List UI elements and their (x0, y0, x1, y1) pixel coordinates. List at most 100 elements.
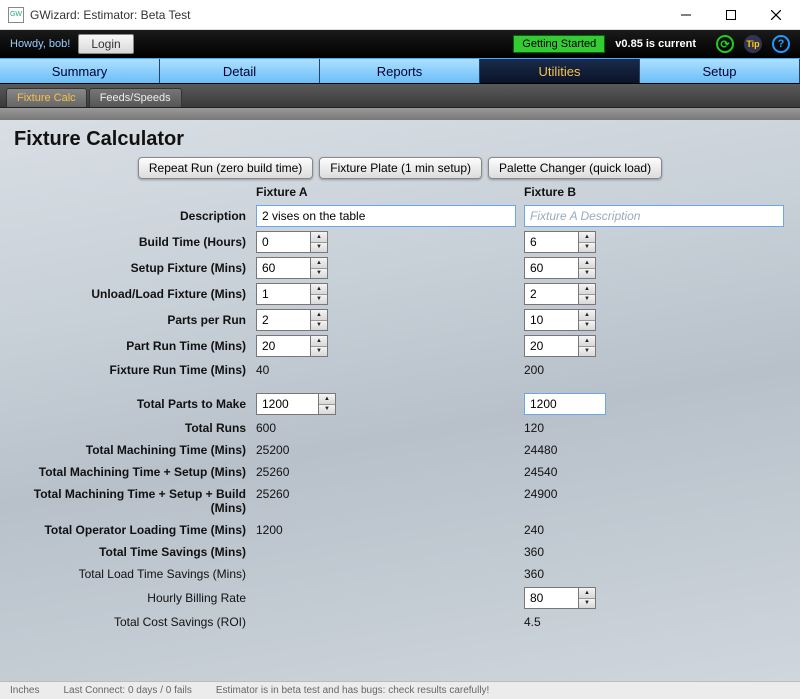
spinner-a-part-run[interactable]: ▲▼ (256, 335, 328, 357)
input-b-total-parts[interactable] (524, 393, 606, 415)
tip-icon[interactable]: Tip (744, 35, 762, 53)
spinner-b-hourly-rate[interactable]: ▲▼ (524, 587, 596, 609)
value-a-total-mach: 25200 (252, 439, 520, 461)
chevron-up-icon[interactable]: ▲ (579, 232, 595, 243)
chevron-down-icon[interactable]: ▼ (579, 295, 595, 305)
spinner-b-parts[interactable]: ▲▼ (524, 309, 596, 331)
chevron-up-icon[interactable]: ▲ (579, 588, 595, 599)
app-topbar: Howdy, bob! Login Getting Started v0.85 … (0, 30, 800, 58)
value-a-total-mach-setup-build: 25260 (252, 483, 520, 519)
sub-tabs: Fixture Calc Feeds/Speeds (0, 84, 800, 108)
input-a-description[interactable] (256, 205, 516, 227)
chevron-down-icon[interactable]: ▼ (579, 599, 595, 609)
subtab-feeds-speeds[interactable]: Feeds/Speeds (89, 88, 182, 107)
chevron-up-icon[interactable]: ▲ (579, 336, 595, 347)
spinner-a-unload[interactable]: ▲▼ (256, 283, 328, 305)
chevron-down-icon[interactable]: ▼ (579, 243, 595, 253)
col-header-a: Fixture A (252, 183, 520, 203)
separator-band (0, 108, 800, 120)
label-total-parts: Total Parts to Make (14, 393, 252, 415)
tab-setup[interactable]: Setup (640, 59, 800, 83)
value-b-roi: 4.5 (520, 611, 788, 633)
chevron-down-icon[interactable]: ▼ (579, 347, 595, 357)
help-icon[interactable]: ? (772, 35, 790, 53)
tab-utilities[interactable]: Utilities (480, 59, 640, 83)
label-fixture-run-time: Fixture Run Time (Mins) (14, 359, 252, 381)
chevron-up-icon[interactable]: ▲ (311, 336, 327, 347)
value-b-total-load-savings: 360 (520, 563, 788, 585)
chevron-up-icon[interactable]: ▲ (311, 310, 327, 321)
spinner-a-parts[interactable]: ▲▼ (256, 309, 328, 331)
label-total-runs: Total Runs (14, 417, 252, 439)
minimize-button[interactable] (663, 1, 708, 29)
tab-reports[interactable]: Reports (320, 59, 480, 83)
status-beta: Estimator is in beta test and has bugs: … (216, 685, 489, 696)
status-units: Inches (10, 685, 39, 696)
chevron-down-icon[interactable]: ▼ (319, 405, 335, 415)
chevron-up-icon[interactable]: ▲ (579, 310, 595, 321)
preset-fixture-plate[interactable]: Fixture Plate (1 min setup) (319, 157, 482, 179)
spinner-a-total-parts[interactable]: ▲▼ (256, 393, 336, 415)
greeting: Howdy, bob! (10, 38, 70, 50)
spinner-a-setup[interactable]: ▲▼ (256, 257, 328, 279)
spinner-a-build-time[interactable]: ▲▼ (256, 231, 328, 253)
label-build-time: Build Time (Hours) (14, 231, 252, 253)
preset-repeat-run[interactable]: Repeat Run (zero build time) (138, 157, 313, 179)
subtab-fixture-calc[interactable]: Fixture Calc (6, 88, 87, 107)
value-a-total-mach-setup: 25260 (252, 461, 520, 483)
minimize-icon (681, 10, 691, 20)
value-a-total-runs: 600 (252, 417, 520, 439)
window-title: GWizard: Estimator: Beta Test (30, 8, 663, 22)
login-button[interactable]: Login (78, 34, 133, 54)
label-part-run-time: Part Run Time (Mins) (14, 335, 252, 357)
value-b-total-op-load: 240 (520, 519, 788, 541)
chevron-down-icon[interactable]: ▼ (579, 321, 595, 331)
label-parts-per-run: Parts per Run (14, 309, 252, 331)
content-area: Fixture Calculator Repeat Run (zero buil… (0, 120, 800, 681)
chevron-down-icon[interactable]: ▼ (311, 321, 327, 331)
label-total-load-savings: Total Load Time Savings (Mins) (14, 563, 252, 585)
chevron-down-icon[interactable]: ▼ (311, 269, 327, 279)
spinner-b-unload[interactable]: ▲▼ (524, 283, 596, 305)
preset-palette-changer[interactable]: Palette Changer (quick load) (488, 157, 662, 179)
value-b-total-mach: 24480 (520, 439, 788, 461)
label-description: Description (14, 205, 252, 227)
label-total-mach-setup-build: Total Machining Time + Setup + Build (Mi… (14, 483, 252, 519)
tab-summary[interactable]: Summary (0, 59, 160, 83)
refresh-icon[interactable]: ⟳ (716, 35, 734, 53)
label-total-op-load: Total Operator Loading Time (Mins) (14, 519, 252, 541)
value-b-total-mach-setup: 24540 (520, 461, 788, 483)
chevron-down-icon[interactable]: ▼ (311, 243, 327, 253)
chevron-up-icon[interactable]: ▲ (311, 232, 327, 243)
value-b-total-runs: 120 (520, 417, 788, 439)
tab-detail[interactable]: Detail (160, 59, 320, 83)
chevron-up-icon[interactable]: ▲ (311, 258, 327, 269)
label-hourly-rate: Hourly Billing Rate (14, 587, 252, 609)
spinner-b-setup[interactable]: ▲▼ (524, 257, 596, 279)
input-b-description[interactable] (524, 205, 784, 227)
chevron-up-icon[interactable]: ▲ (311, 284, 327, 295)
value-a-total-op-load: 1200 (252, 519, 520, 541)
spinner-b-part-run[interactable]: ▲▼ (524, 335, 596, 357)
chevron-up-icon[interactable]: ▲ (319, 394, 335, 405)
chevron-down-icon[interactable]: ▼ (311, 347, 327, 357)
close-button[interactable] (753, 1, 798, 29)
value-b-fixture-run-time: 200 (520, 359, 788, 381)
col-header-b: Fixture B (520, 183, 788, 203)
chevron-up-icon[interactable]: ▲ (579, 284, 595, 295)
value-b-total-mach-setup-build: 24900 (520, 483, 788, 519)
spinner-b-build-time[interactable]: ▲▼ (524, 231, 596, 253)
close-icon (771, 10, 781, 20)
getting-started-button[interactable]: Getting Started (513, 35, 605, 53)
page-title: Fixture Calculator (14, 128, 786, 151)
preset-buttons: Repeat Run (zero build time) Fixture Pla… (14, 157, 786, 179)
window-titlebar: GW GWizard: Estimator: Beta Test (0, 0, 800, 30)
chevron-up-icon[interactable]: ▲ (579, 258, 595, 269)
status-connect: Last Connect: 0 days / 0 fails (63, 685, 191, 696)
maximize-button[interactable] (708, 1, 753, 29)
label-total-time-savings: Total Time Savings (Mins) (14, 541, 252, 563)
label-roi: Total Cost Savings (ROI) (14, 611, 252, 633)
value-b-total-time-savings: 360 (520, 541, 788, 563)
chevron-down-icon[interactable]: ▼ (311, 295, 327, 305)
chevron-down-icon[interactable]: ▼ (579, 269, 595, 279)
